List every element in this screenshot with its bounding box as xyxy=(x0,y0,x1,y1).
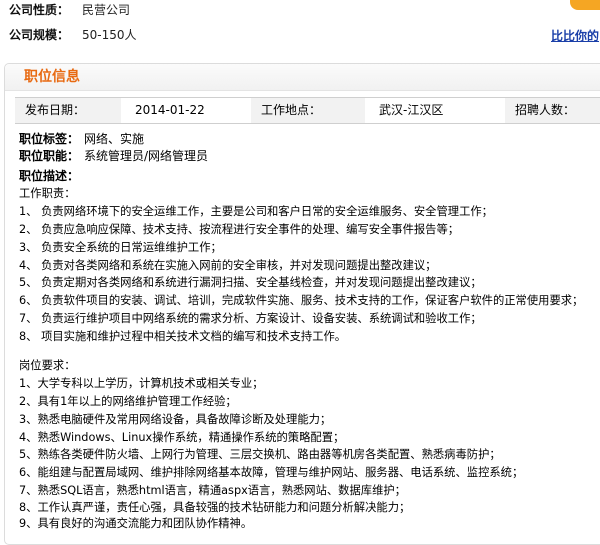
requirement-item: 6、能组建与配置局域网、维护排除网络基本故障，管理与维护网站、服务器、电话系统、… xyxy=(19,466,524,479)
duty-item: 1、 负责网络环境下的安全运维工作，主要是公司和客户日常的安全运维服务、安全管理… xyxy=(19,205,493,218)
post-date-value: 2014-01-22 xyxy=(135,103,205,117)
recruit-count-label: 招聘人数： xyxy=(505,98,600,123)
job-function-value: 系统管理员/网络管理员 xyxy=(84,149,209,163)
apply-button[interactable] xyxy=(570,0,600,10)
duty-item: 7、 负责运行维护项目中网络系统的需求分析、方案设计、设备安装、系统调试和验收工… xyxy=(19,312,482,325)
section-header: 职位信息 xyxy=(5,64,600,91)
requirement-item: 2、具有1年以上的网络维护管理工作经验； xyxy=(19,395,237,408)
job-tag-value: 网络、实施 xyxy=(84,132,145,146)
location-value: 武汉-江汉区 xyxy=(379,103,444,117)
location-label: 工作地点： xyxy=(251,98,365,123)
job-function-label: 职位职能： xyxy=(19,149,80,163)
requirement-item: 5、熟练各类硬件防火墙、上网行为管理、三层交换机、路由器等机房各类配置、熟悉病毒… xyxy=(19,448,501,461)
duty-item: 8、 项目实施和维护过程中相关技术文档的编写和技术支持工作。 xyxy=(19,330,347,343)
job-tag-row: 职位标签： 网络、实施 xyxy=(19,131,319,147)
duty-item: 3、 负责安全系统的日常运维维护工作； xyxy=(19,241,222,254)
duty-item: 5、 负责定期对各类网络和系统进行漏洞扫描、安全基线检查，并对发现问题提出整改建… xyxy=(19,276,482,289)
job-tag-label: 职位标签： xyxy=(19,132,80,146)
company-scale-value: 50-150人 xyxy=(82,28,137,42)
job-info-table: 发布日期： 2014-01-22 工作地点： 武汉-江汉区 招聘人数： xyxy=(15,97,600,124)
job-function-row: 职位职能： 系统管理员/网络管理员 xyxy=(19,148,319,164)
requirement-item: 4、熟悉Windows、Linux操作系统，精通操作系统的策略配置； xyxy=(19,431,345,444)
duty-item: 2、 负责应急响应保障、技术支持、按流程进行安全事件的处理、编写安全事件报告等； xyxy=(19,223,460,236)
requirement-item: 3、熟悉电脑硬件及常用网络设备，具备故障诊断及处理能力； xyxy=(19,413,332,426)
requirements-title: 岗位要求： xyxy=(19,359,76,372)
duties-title: 工作职责： xyxy=(19,187,76,200)
job-desc-label: 职位描述： xyxy=(19,169,80,183)
section-title: 职位信息 xyxy=(24,69,80,85)
requirement-item: 1、大学专科以上学历，计算机技术或相关专业； xyxy=(19,377,264,390)
company-nature-label: 公司性质： xyxy=(9,3,70,17)
duty-item: 4、 负责对各类网络和系统在实施入网前的安全审核，并对发现问题提出整改建议； xyxy=(19,259,437,272)
requirement-item: 8、工作认真严谨，责任心强，具备较强的技术钻研能力和问题分析解决能力； xyxy=(19,501,411,514)
post-date-label: 发布日期： xyxy=(15,98,121,123)
duty-item: 6、 负责软件项目的安装、调试、培训，完成软件实施、服务、技术支持的工作，保证客… xyxy=(19,294,584,307)
company-scale-label: 公司规模： xyxy=(9,28,70,42)
company-nature-value: 民营公司 xyxy=(82,3,131,17)
requirement-item: 7、熟悉SQL语言，熟悉html语言，精通aspx语言，熟悉网站、数据库维护； xyxy=(19,484,406,497)
requirement-item: 9、具有良好的沟通交流能力和团队协作精神。 xyxy=(19,517,253,530)
compare-link[interactable]: 比比你的 xyxy=(551,27,599,44)
